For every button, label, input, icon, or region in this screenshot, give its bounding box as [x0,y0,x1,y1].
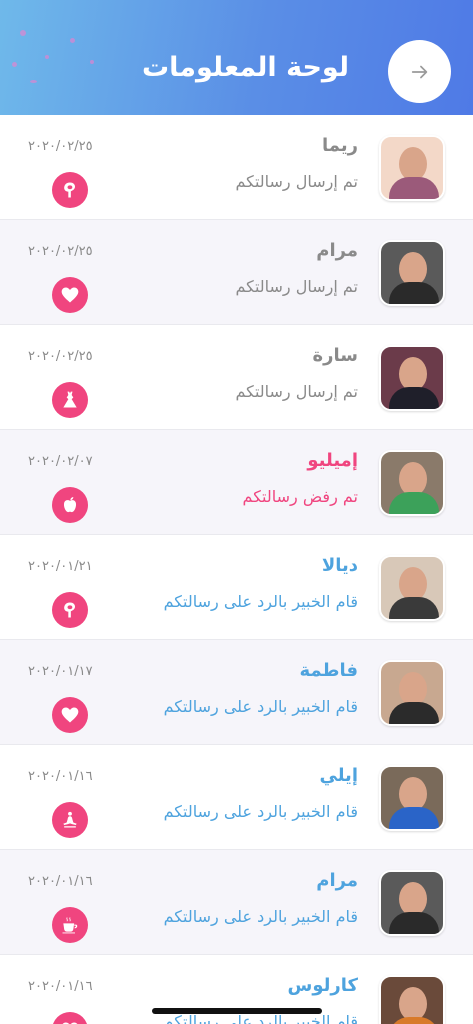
heart-icon [60,285,80,305]
avatar[interactable] [379,135,445,201]
message-status: قام الخبير بالرد على رسالتكم [163,802,358,821]
category-badge [52,277,88,313]
uterus-icon [60,600,80,620]
decor-sparkle [70,38,75,43]
message-date: ٢٠٢٠/٠٢/٢٥ [28,349,93,364]
avatar-body [389,1017,439,1024]
message-date: ٢٠٢٠/٠١/١٦ [28,979,93,994]
avatar-face [399,672,427,706]
message-date: ٢٠٢٠/٠١/١٦ [28,874,93,889]
message-date: ٢٠٢٠/٠٢/٢٥ [28,139,93,154]
message-date: ٢٠٢٠/٠١/١٧ [28,664,93,679]
arrow-right-icon [411,65,427,78]
avatar[interactable] [379,450,445,516]
meditation-icon [60,810,80,830]
avatar[interactable] [379,660,445,726]
list-item[interactable]: إميليو تم رفض رسالتكم ٢٠٢٠/٠٢/٠٧ [0,430,473,535]
expert-name: فاطمة [299,660,358,681]
avatar-body [389,597,439,619]
avatar-face [399,777,427,811]
home-indicator[interactable] [152,1008,322,1014]
decor-sparkle [45,55,49,59]
expert-name: كارلوس [287,975,358,996]
page-title: لوحة المعلومات [142,52,349,83]
expert-name: ديالا [321,555,358,576]
heart-icon [60,1020,80,1024]
avatar-body [389,282,439,304]
coffee-cup-icon [60,915,80,935]
avatar[interactable] [379,975,445,1024]
heart-icon [60,705,80,725]
category-badge [52,382,88,418]
message-status: قام الخبير بالرد على رسالتكم [163,907,358,926]
back-button[interactable] [388,40,451,103]
avatar-face [399,567,427,601]
decor-sparkle [12,62,17,67]
list-item[interactable]: فاطمة قام الخبير بالرد على رسالتكم ٢٠٢٠/٠١… [0,640,473,745]
avatar[interactable] [379,555,445,621]
category-badge [52,697,88,733]
message-date: ٢٠٢٠/٠١/٢١ [28,559,93,574]
expert-name: إميليو [307,450,358,471]
avatar-face [399,462,427,496]
avatar[interactable] [379,870,445,936]
avatar-body [389,702,439,724]
message-date: ٢٠٢٠/٠٢/٢٥ [28,244,93,259]
screen: لوحة المعلومات ريما تم إرسال رسالتكم ٢٠٢٠/… [0,0,473,1024]
message-status: تم إرسال رسالتكم [235,382,358,401]
expert-name: سارة [312,345,358,366]
apple-icon [60,495,80,515]
category-badge [52,592,88,628]
avatar-face [399,252,427,286]
avatar-body [389,807,439,829]
avatar-face [399,147,427,181]
list-item[interactable]: ديالا قام الخبير بالرد على رسالتكم ٢٠٢٠/٠١… [0,535,473,640]
decor-sparkle [20,30,26,36]
list-item[interactable]: مرام قام الخبير بالرد على رسالتكم ٢٠٢٠/٠١/… [0,850,473,955]
category-badge [52,907,88,943]
avatar-body [389,492,439,514]
message-date: ٢٠٢٠/٠١/١٦ [28,769,93,784]
decor-sparkle [30,80,37,83]
expert-name: ريما [322,135,358,156]
category-badge [52,1012,88,1024]
message-status: تم إرسال رسالتكم [235,172,358,191]
decor-sparkle [90,60,94,64]
avatar[interactable] [379,765,445,831]
avatar[interactable] [379,240,445,306]
message-status: تم إرسال رسالتكم [235,277,358,296]
avatar-face [399,987,427,1021]
avatar-face [399,357,427,391]
header-bar: لوحة المعلومات [0,0,473,115]
avatar[interactable] [379,345,445,411]
message-status: قام الخبير بالرد على رسالتكم [163,697,358,716]
list-item[interactable]: ريما تم إرسال رسالتكم ٢٠٢٠/٠٢/٢٥ [0,115,473,220]
expert-name: إيلي [319,765,359,786]
list-item[interactable]: مرام تم إرسال رسالتكم ٢٠٢٠/٠٢/٢٥ [0,220,473,325]
expert-name: مرام [316,870,358,891]
dress-icon [60,390,80,410]
avatar-face [399,882,427,916]
category-badge [52,172,88,208]
message-status: قام الخبير بالرد على رسالتكم [163,592,358,611]
uterus-icon [60,180,80,200]
notification-list: ريما تم إرسال رسالتكم ٢٠٢٠/٠٢/٢٥ مرام تم إرس… [0,115,473,1024]
avatar-body [389,387,439,409]
message-date: ٢٠٢٠/٠٢/٠٧ [28,454,93,469]
avatar-body [389,912,439,934]
list-item[interactable]: سارة تم إرسال رسالتكم ٢٠٢٠/٠٢/٢٥ [0,325,473,430]
avatar-body [389,177,439,199]
category-badge [52,487,88,523]
category-badge [52,802,88,838]
list-item[interactable]: إيلي قام الخبير بالرد على رسالتكم ٢٠٢٠/٠١/… [0,745,473,850]
expert-name: مرام [316,240,358,261]
message-status: تم رفض رسالتكم [242,487,358,506]
